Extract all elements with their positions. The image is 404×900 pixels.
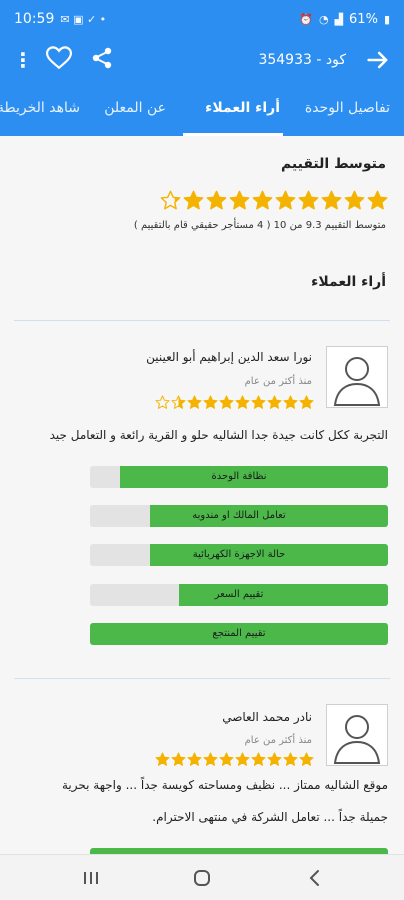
- star-icon: [219, 395, 234, 410]
- alarm-icon: ⏰: [299, 12, 313, 26]
- star-icon: [171, 395, 186, 410]
- rating-bar: نظافة الوحدة: [90, 466, 388, 488]
- star-icon: [160, 190, 181, 211]
- star-icon: [321, 190, 342, 211]
- avatar: [326, 346, 388, 408]
- review-text: التجربة ككل كانت جيدة جدا الشاليه حلو و …: [49, 428, 388, 442]
- star-icon: [206, 190, 227, 211]
- star-icon: [229, 190, 250, 211]
- back-icon[interactable]: [300, 863, 330, 893]
- share-icon[interactable]: [82, 46, 122, 74]
- star-icon: [155, 395, 170, 410]
- tab-view-map[interactable]: شاهد الخريطة: [0, 82, 80, 136]
- heart-icon[interactable]: [36, 46, 82, 74]
- menu-dots-icon[interactable]: ⋮: [10, 48, 36, 72]
- average-rating-stars: [160, 190, 388, 211]
- app-bar: ⋮ كود - 354933: [0, 38, 404, 82]
- review-stars: [155, 752, 314, 767]
- code-number: 354933: [258, 52, 312, 68]
- tab-about-advertiser[interactable]: عن المعلن: [104, 82, 166, 136]
- recent-apps-icon[interactable]: [76, 863, 106, 893]
- star-icon: [251, 752, 266, 767]
- tab-customer-reviews[interactable]: أراء العملاء: [205, 82, 280, 136]
- battery-text: 61%: [349, 11, 378, 27]
- arrow-right-icon[interactable]: [364, 46, 392, 74]
- star-icon: [299, 395, 314, 410]
- review-stars: [155, 395, 314, 410]
- star-icon: [187, 752, 202, 767]
- star-icon: [275, 190, 296, 211]
- system-nav-bar: [0, 854, 404, 900]
- tab-bar: تفاصيل الوحدة أراء العملاء عن المعلن شاه…: [0, 82, 404, 136]
- notification-icon: ✉ ▣ ✓ •: [60, 12, 107, 26]
- divider: [14, 320, 390, 321]
- review-date: منذ أكثر من عام: [244, 376, 312, 387]
- star-icon: [344, 190, 365, 211]
- star-icon: [367, 190, 388, 211]
- reviewer-name: نادر محمد العاصي: [222, 710, 312, 724]
- page-title: كود - 354933: [258, 38, 346, 82]
- rating-title: متوسط التقييم: [280, 156, 386, 172]
- star-icon: [283, 752, 298, 767]
- star-icon: [219, 752, 234, 767]
- review-date: منذ أكثر من عام: [244, 735, 312, 746]
- rating-bar-label: تقييم المنتجع: [212, 628, 266, 639]
- tab-unit-details[interactable]: تفاصيل الوحدة: [305, 82, 390, 136]
- star-icon: [235, 395, 250, 410]
- star-icon: [298, 190, 319, 211]
- rating-bar: تعامل المالك او مندوبه: [90, 505, 388, 527]
- star-icon: [283, 395, 298, 410]
- status-bar: 10:59 ✉ ▣ ✓ • ⏰ ◔ ▟ 61% ▮: [0, 0, 404, 38]
- rating-bar: حالة الاجهزة الكهربائية: [90, 544, 388, 566]
- star-icon: [299, 752, 314, 767]
- review-text-line: موقع الشاليه ممتاز ... نظيف ومساحته كويس…: [62, 778, 388, 792]
- rating-bar-label: تقييم السعر: [214, 589, 264, 600]
- star-icon: [183, 190, 204, 211]
- reviewer-name: نورا سعد الدين إبراهيم أبو العينين: [146, 350, 312, 364]
- reviews-title: أراء العملاء: [311, 274, 386, 290]
- review-text-line: جميلة جداً ... تعامل الشركة في منتهى الا…: [152, 810, 388, 824]
- divider: [14, 678, 390, 679]
- rating-bar-label: حالة الاجهزة الكهربائية: [192, 549, 286, 560]
- status-time: 10:59: [14, 11, 55, 27]
- code-label: كود -: [311, 52, 346, 68]
- star-icon: [203, 395, 218, 410]
- wifi-icon: ◔: [318, 12, 329, 26]
- battery-icon: ▮: [383, 12, 390, 26]
- reviews-content[interactable]: متوسط التقييم متوسط التقييم 9.3 من 10 ( …: [0, 136, 404, 854]
- star-icon: [267, 752, 282, 767]
- star-icon: [187, 395, 202, 410]
- rating-bar-label: نظافة الوحدة: [211, 471, 267, 482]
- star-icon: [235, 752, 250, 767]
- rating-bar-label: تعامل المالك او مندوبه: [192, 510, 286, 521]
- star-icon: [267, 395, 282, 410]
- star-icon: [252, 190, 273, 211]
- star-icon: [171, 752, 186, 767]
- star-icon: [203, 752, 218, 767]
- rating-bar: تقييم المنتجع: [90, 623, 388, 645]
- home-icon[interactable]: [187, 863, 217, 893]
- rating-caption: متوسط التقييم 9.3 من 10 ( 4 مستأجر حقيقي…: [133, 220, 386, 231]
- rating-bar: تقييم السعر: [90, 584, 388, 606]
- avatar: [326, 704, 388, 766]
- star-icon: [251, 395, 266, 410]
- signal-icon: ▟: [334, 12, 344, 26]
- star-icon: [155, 752, 170, 767]
